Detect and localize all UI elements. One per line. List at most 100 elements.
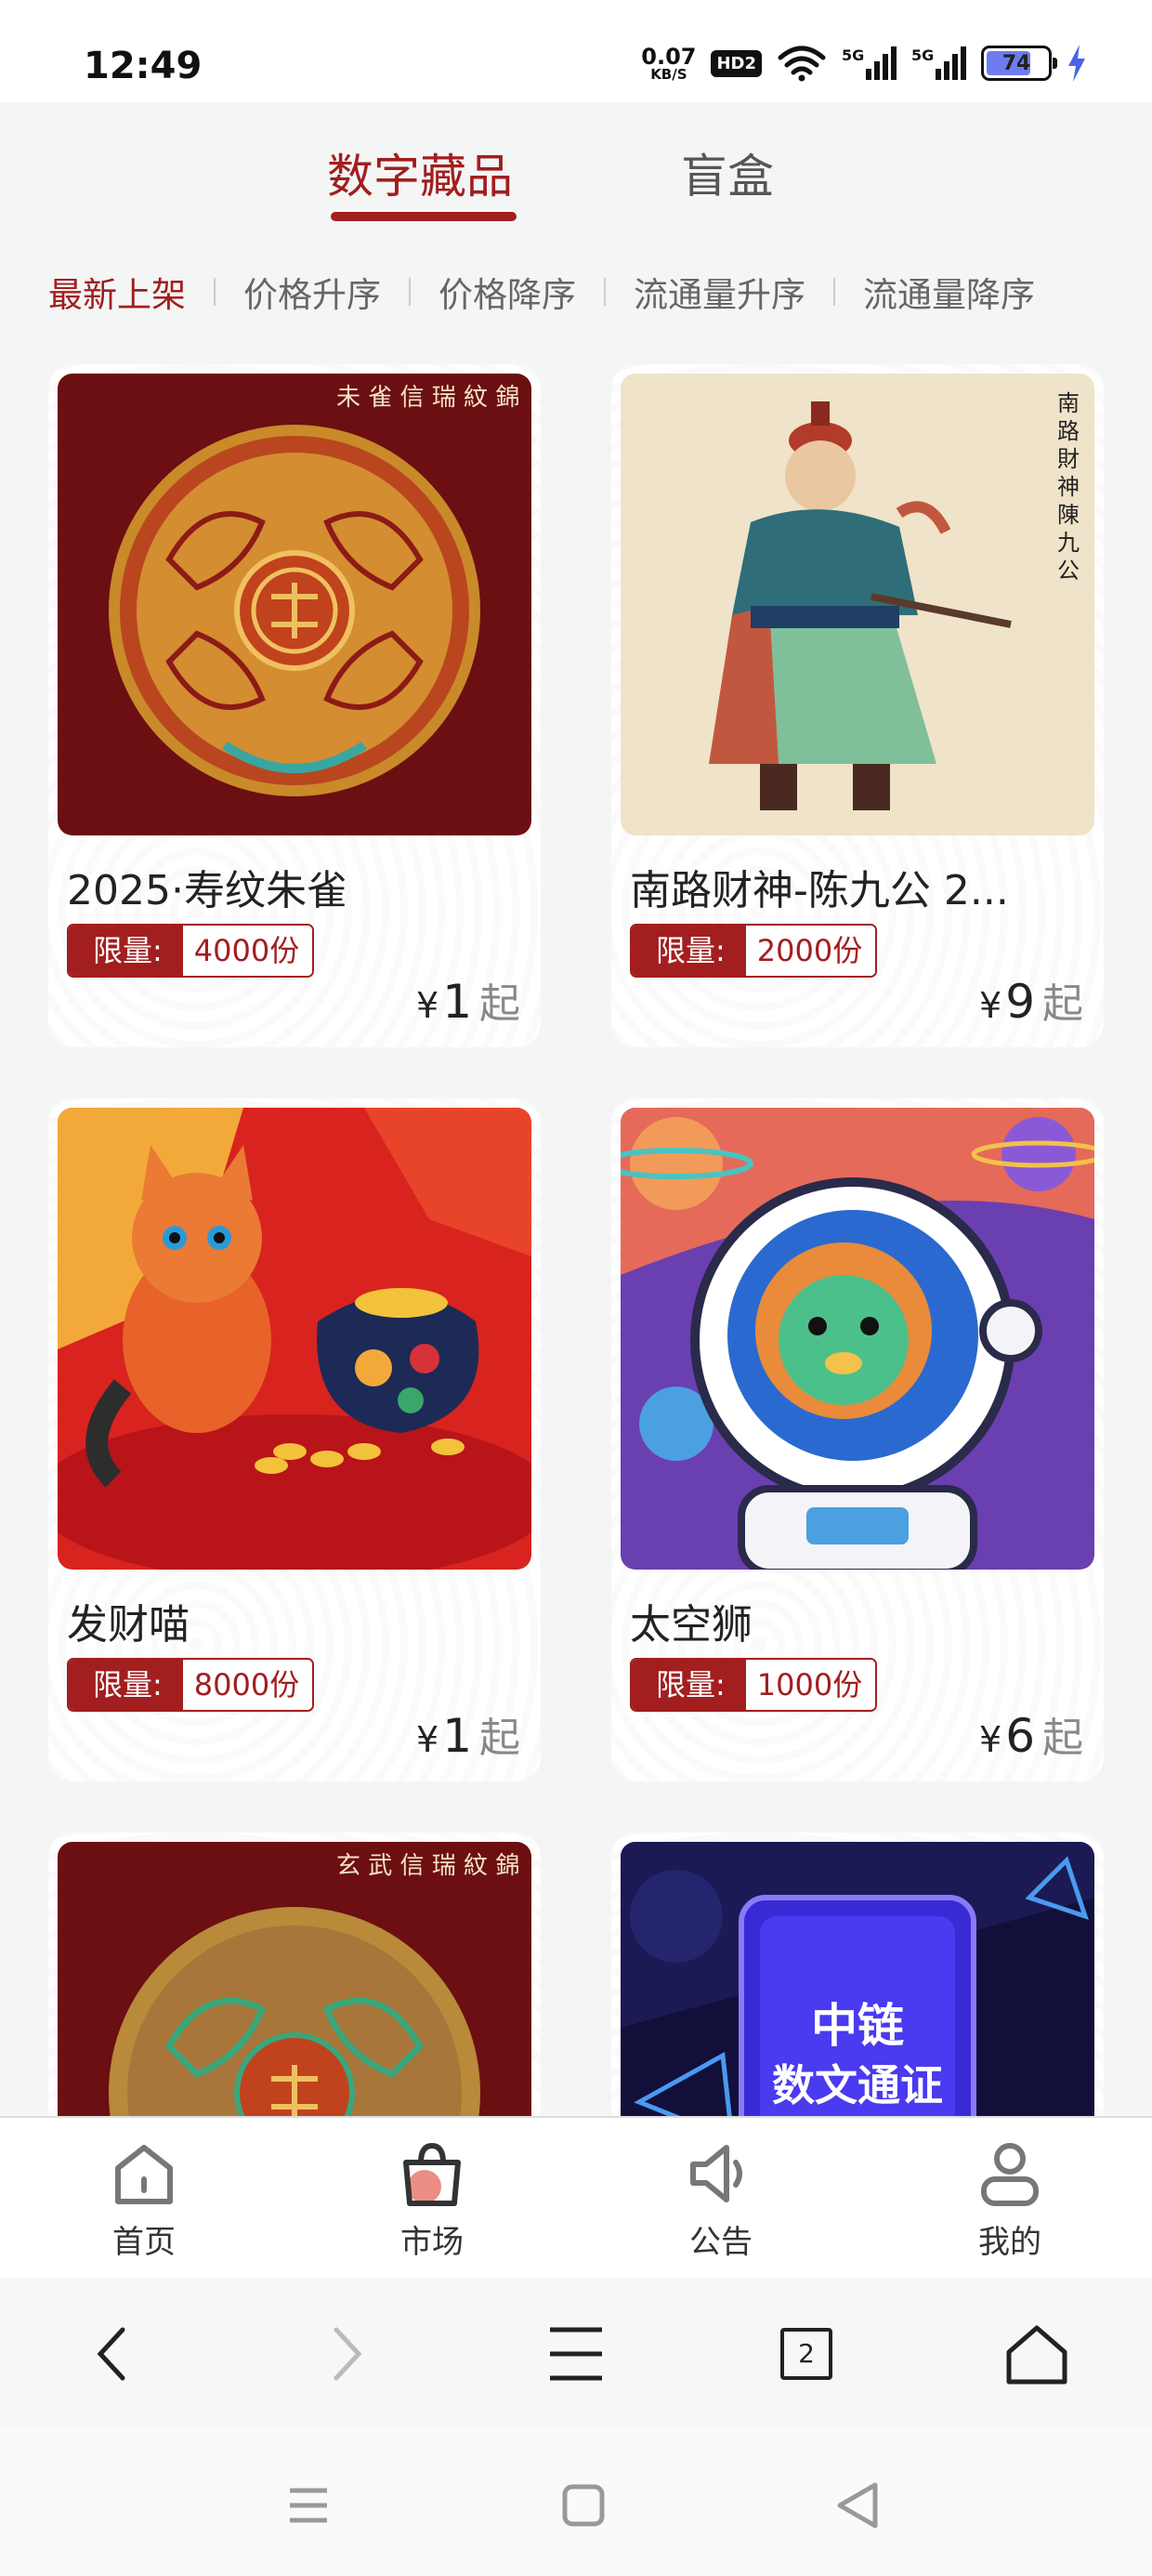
price-currency: ¥	[979, 985, 1002, 1026]
nav-profile-label: 我的	[978, 2224, 1041, 2261]
product-card[interactable]: 太空狮 限量: 1000份 ¥ 6 起	[611, 1098, 1104, 1781]
sort-price-desc[interactable]: 价格降序	[439, 267, 576, 317]
product-price: ¥ 1 起	[416, 1704, 520, 1764]
sort-divider	[409, 278, 411, 306]
network-speed-value: 0.07	[641, 43, 697, 70]
product-name: 2025·寿纹朱雀	[67, 867, 347, 914]
price-currency: ¥	[416, 1719, 439, 1760]
product-card[interactable]: 未 雀 信 瑞 紋 錦 2025·寿纹朱雀 限量: 4000份 ¥ 1 起	[48, 364, 541, 1047]
product-name: 南路财神-陈九公 2...	[630, 867, 1009, 914]
svg-text:神: 神	[1057, 474, 1080, 500]
recent-apps-button[interactable]	[271, 2468, 346, 2543]
bottom-nav: 首页 市场 公告 我的	[0, 2116, 1152, 2278]
nav-home-label: 首页	[112, 2224, 176, 2261]
signal-5g-icon-2: 5G	[911, 46, 966, 80]
token-subtitle: 数文通证	[772, 2060, 943, 2110]
limit-value: 8000份	[182, 1660, 313, 1710]
battery-level: 74	[1001, 52, 1031, 75]
speaker-icon	[690, 2145, 742, 2202]
product-card[interactable]: 南路財 神陳九公 南路财神-陈九公 2... 限量: 2000份 ¥ 9 起	[611, 364, 1104, 1047]
svg-text:陳: 陳	[1057, 502, 1080, 528]
recent-apps-icon	[290, 2488, 327, 2523]
sort-newest[interactable]: 最新上架	[48, 267, 186, 317]
status-time: 12:49	[84, 45, 203, 87]
battery-icon: 74	[981, 46, 1057, 81]
svg-text:南: 南	[1057, 390, 1080, 416]
browser-toolbar: 2	[0, 2278, 1152, 2429]
svg-text:九: 九	[1057, 530, 1080, 556]
sort-circulation-asc[interactable]: 流通量升序	[634, 267, 805, 317]
network-speed: 0.07 KB/S	[641, 46, 696, 82]
limit-badge: 限量: 8000份	[67, 1658, 315, 1712]
limit-label: 限量:	[69, 926, 183, 976]
limit-label: 限量:	[632, 926, 746, 976]
product-image-shouwen-zhuque: 未 雀 信 瑞 紋 錦	[58, 374, 531, 835]
limit-label: 限量:	[69, 1660, 183, 1710]
signal-5g-label-2: 5G	[911, 46, 935, 64]
wifi-icon	[778, 46, 826, 82]
product-price: ¥ 6 起	[979, 1704, 1083, 1764]
price-currency: ¥	[416, 985, 439, 1026]
svg-text:公: 公	[1057, 558, 1080, 584]
limit-badge: 限量: 1000份	[630, 1658, 878, 1712]
menu-icon	[550, 2327, 602, 2381]
nav-announcement[interactable]: 公告	[647, 2138, 795, 2262]
price-suffix: 起	[479, 980, 520, 1028]
square-icon	[562, 2484, 605, 2527]
sort-circulation-desc[interactable]: 流通量降序	[863, 267, 1035, 317]
sort-price-asc[interactable]: 价格升序	[243, 267, 381, 317]
status-icons: 0.07 KB/S HD2 5G 5G 74	[641, 41, 1087, 85]
back-button[interactable]	[74, 2315, 152, 2393]
user-icon	[981, 2143, 1039, 2206]
product-name: 太空狮	[630, 1601, 753, 1649]
tab-count: 2	[780, 2328, 832, 2380]
chevron-left-icon	[97, 2327, 125, 2381]
chevron-right-icon	[334, 2327, 362, 2381]
svg-text:路: 路	[1057, 418, 1080, 444]
home-icon	[1006, 2325, 1067, 2385]
price-suffix: 起	[479, 1715, 520, 1762]
nav-home[interactable]: 首页	[70, 2138, 218, 2262]
signal-5g-icon: 5G	[842, 46, 897, 80]
sort-divider	[604, 278, 606, 306]
product-price: ¥ 9 起	[979, 970, 1083, 1030]
limit-value: 4000份	[182, 926, 313, 976]
product-image-facai-cat	[58, 1108, 531, 1570]
tab-digital-collectibles[interactable]: 数字藏品	[327, 139, 513, 206]
product-image-nanlu-caishen: 南路財 神陳九公	[621, 374, 1094, 835]
signal-5g-label: 5G	[842, 46, 865, 64]
product-card[interactable]: 发财喵 限量: 8000份 ¥ 1 起	[48, 1098, 541, 1781]
svg-text:財: 財	[1057, 446, 1080, 472]
svg-text:未 雀 信 瑞 紋 錦: 未 雀 信 瑞 紋 錦	[336, 384, 519, 412]
forward-button[interactable]	[307, 2315, 385, 2393]
tabs-button[interactable]: 2	[767, 2315, 845, 2393]
network-speed-unit: KB/S	[650, 65, 687, 83]
active-tab-indicator	[331, 212, 517, 221]
limit-value: 2000份	[745, 926, 876, 976]
token-title: 中链	[811, 1999, 904, 2053]
browser-home-button[interactable]	[998, 2315, 1076, 2393]
limit-label: 限量:	[632, 1660, 746, 1710]
price-value: 9	[1005, 975, 1035, 1029]
shopping-bag-icon	[403, 2142, 461, 2206]
svg-text:玄 武 信 瑞 紋 錦: 玄 武 信 瑞 紋 錦	[336, 1852, 519, 1880]
nav-market[interactable]: 市场	[358, 2138, 506, 2262]
limit-value: 1000份	[745, 1660, 876, 1710]
status-bar: 12:49 0.07 KB/S HD2 5G 5G 74	[0, 0, 1152, 102]
price-suffix: 起	[1042, 1715, 1083, 1762]
product-name: 发财喵	[67, 1601, 190, 1649]
system-back-button[interactable]	[821, 2468, 896, 2543]
system-home-button[interactable]	[546, 2468, 621, 2543]
product-price: ¥ 1 起	[416, 970, 520, 1030]
home-icon	[115, 2145, 173, 2204]
triangle-back-icon	[837, 2482, 878, 2529]
nav-profile[interactable]: 我的	[936, 2138, 1084, 2262]
sort-divider	[214, 278, 216, 306]
hd-voice-icon: HD2	[711, 49, 762, 77]
tab-blind-box[interactable]: 盲盒	[681, 139, 774, 206]
price-value: 1	[442, 975, 472, 1029]
sort-divider	[833, 278, 835, 306]
nav-announcement-label: 公告	[689, 2224, 753, 2261]
price-value: 6	[1005, 1709, 1035, 1763]
menu-button[interactable]	[537, 2315, 615, 2393]
